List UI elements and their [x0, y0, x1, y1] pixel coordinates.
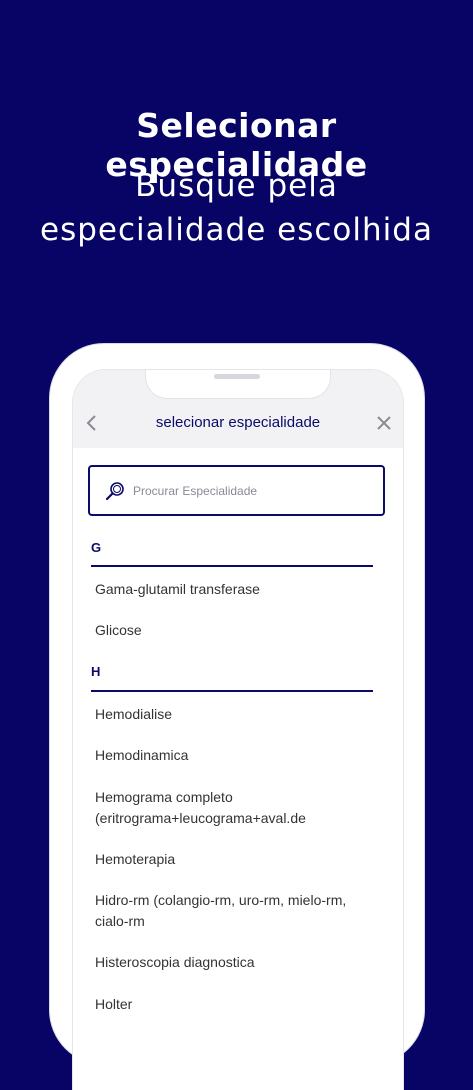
- phone-notch: [145, 370, 331, 399]
- close-button[interactable]: [371, 410, 397, 436]
- close-icon: [377, 416, 391, 430]
- list-item[interactable]: Gama-glutamil transferase: [95, 579, 365, 600]
- list-item[interactable]: Hidro-rm (colangio-rm, uro-rm, mielo-rm,…: [95, 890, 365, 932]
- list-item[interactable]: Hemograma completo (eritrograma+leucogra…: [95, 787, 365, 829]
- list-item[interactable]: Hemodinamica: [95, 745, 365, 766]
- search-input[interactable]: [131, 475, 375, 507]
- list-item[interactable]: Histeroscopia diagnostica: [95, 952, 365, 973]
- list-item[interactable]: Glicose: [95, 620, 365, 641]
- section-divider: [91, 565, 373, 567]
- search-field[interactable]: [88, 465, 385, 516]
- speaker-grille: [214, 374, 260, 379]
- section-header-g: G: [91, 540, 102, 555]
- list-item[interactable]: Hemoterapia: [95, 849, 365, 870]
- section-header-h: H: [91, 664, 101, 679]
- list-item[interactable]: Holter: [95, 994, 365, 1015]
- phone-screen: selecionar especialidade G Gama-glutamil…: [72, 369, 404, 1090]
- app-header: selecionar especialidade: [73, 400, 403, 448]
- phone-frame: selecionar especialidade G Gama-glutamil…: [50, 344, 424, 1090]
- list-item[interactable]: Hemodialise: [95, 704, 365, 725]
- promo-subtitle: Busque pela especialidade escolhida: [40, 168, 433, 248]
- section-divider: [91, 690, 373, 692]
- page-title: selecionar especialidade: [155, 414, 321, 431]
- search-icon: [105, 482, 124, 501]
